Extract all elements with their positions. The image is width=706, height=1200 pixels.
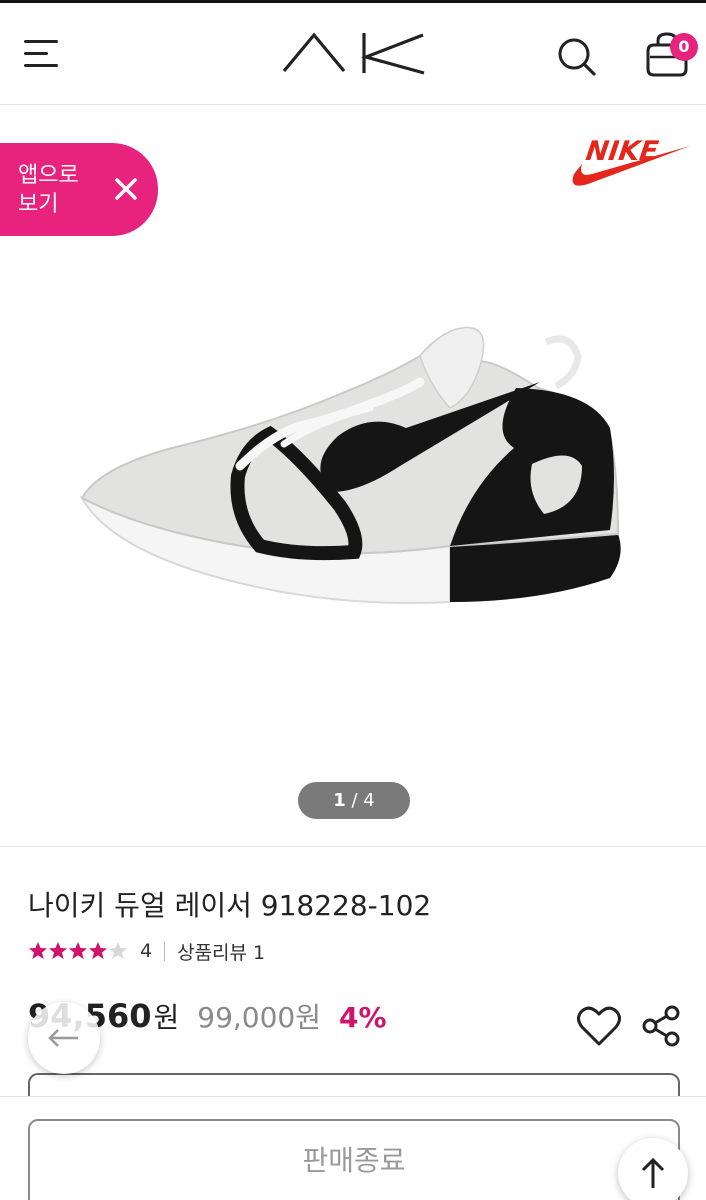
image-pager: 1 / 4	[298, 782, 410, 819]
heart-icon[interactable]	[576, 1004, 622, 1048]
divider	[164, 941, 166, 961]
currency-unit: 원	[153, 1001, 180, 1034]
rating-value: 4	[140, 940, 153, 962]
product-image-area[interactable]: NIKE 앱으로 보기 1 / 4	[0, 106, 706, 847]
star-icon	[89, 942, 107, 959]
star-empty-icon	[109, 942, 127, 959]
svg-text:NIKE: NIKE	[584, 136, 661, 167]
rating-stars	[28, 941, 128, 961]
share-icon[interactable]	[640, 1004, 682, 1048]
search-icon[interactable]	[556, 35, 598, 77]
back-button[interactable]	[28, 1002, 100, 1074]
cart-count-badge: 0	[670, 33, 698, 61]
discount-rate: 4%	[338, 1001, 387, 1034]
bottom-action-bar: 판매종료	[0, 1096, 706, 1200]
menu-icon[interactable]	[22, 37, 62, 71]
open-in-app-banner[interactable]: 앱으로 보기	[0, 143, 158, 236]
ak-logo[interactable]	[280, 29, 428, 77]
product-title: 나이키 듀얼 레이서 918228-102	[28, 889, 432, 922]
scroll-top-button[interactable]	[618, 1138, 688, 1200]
review-link[interactable]: 상품리뷰 1	[177, 938, 265, 965]
arrow-up-icon	[641, 1157, 665, 1188]
star-icon	[69, 942, 87, 959]
original-price: 99,000원	[197, 1001, 321, 1034]
soldout-button[interactable]: 판매종료	[28, 1119, 680, 1200]
product-image	[79, 326, 621, 604]
star-icon	[49, 942, 67, 959]
header: 0	[0, 3, 706, 105]
rating-row: 4 상품리뷰 1	[28, 937, 265, 965]
nike-logo: NIKE	[572, 136, 690, 186]
star-icon	[29, 942, 47, 959]
open-in-app-label[interactable]: 앱으로 보기	[18, 161, 98, 219]
arrow-left-icon	[48, 1029, 78, 1047]
close-icon[interactable]	[110, 173, 142, 205]
